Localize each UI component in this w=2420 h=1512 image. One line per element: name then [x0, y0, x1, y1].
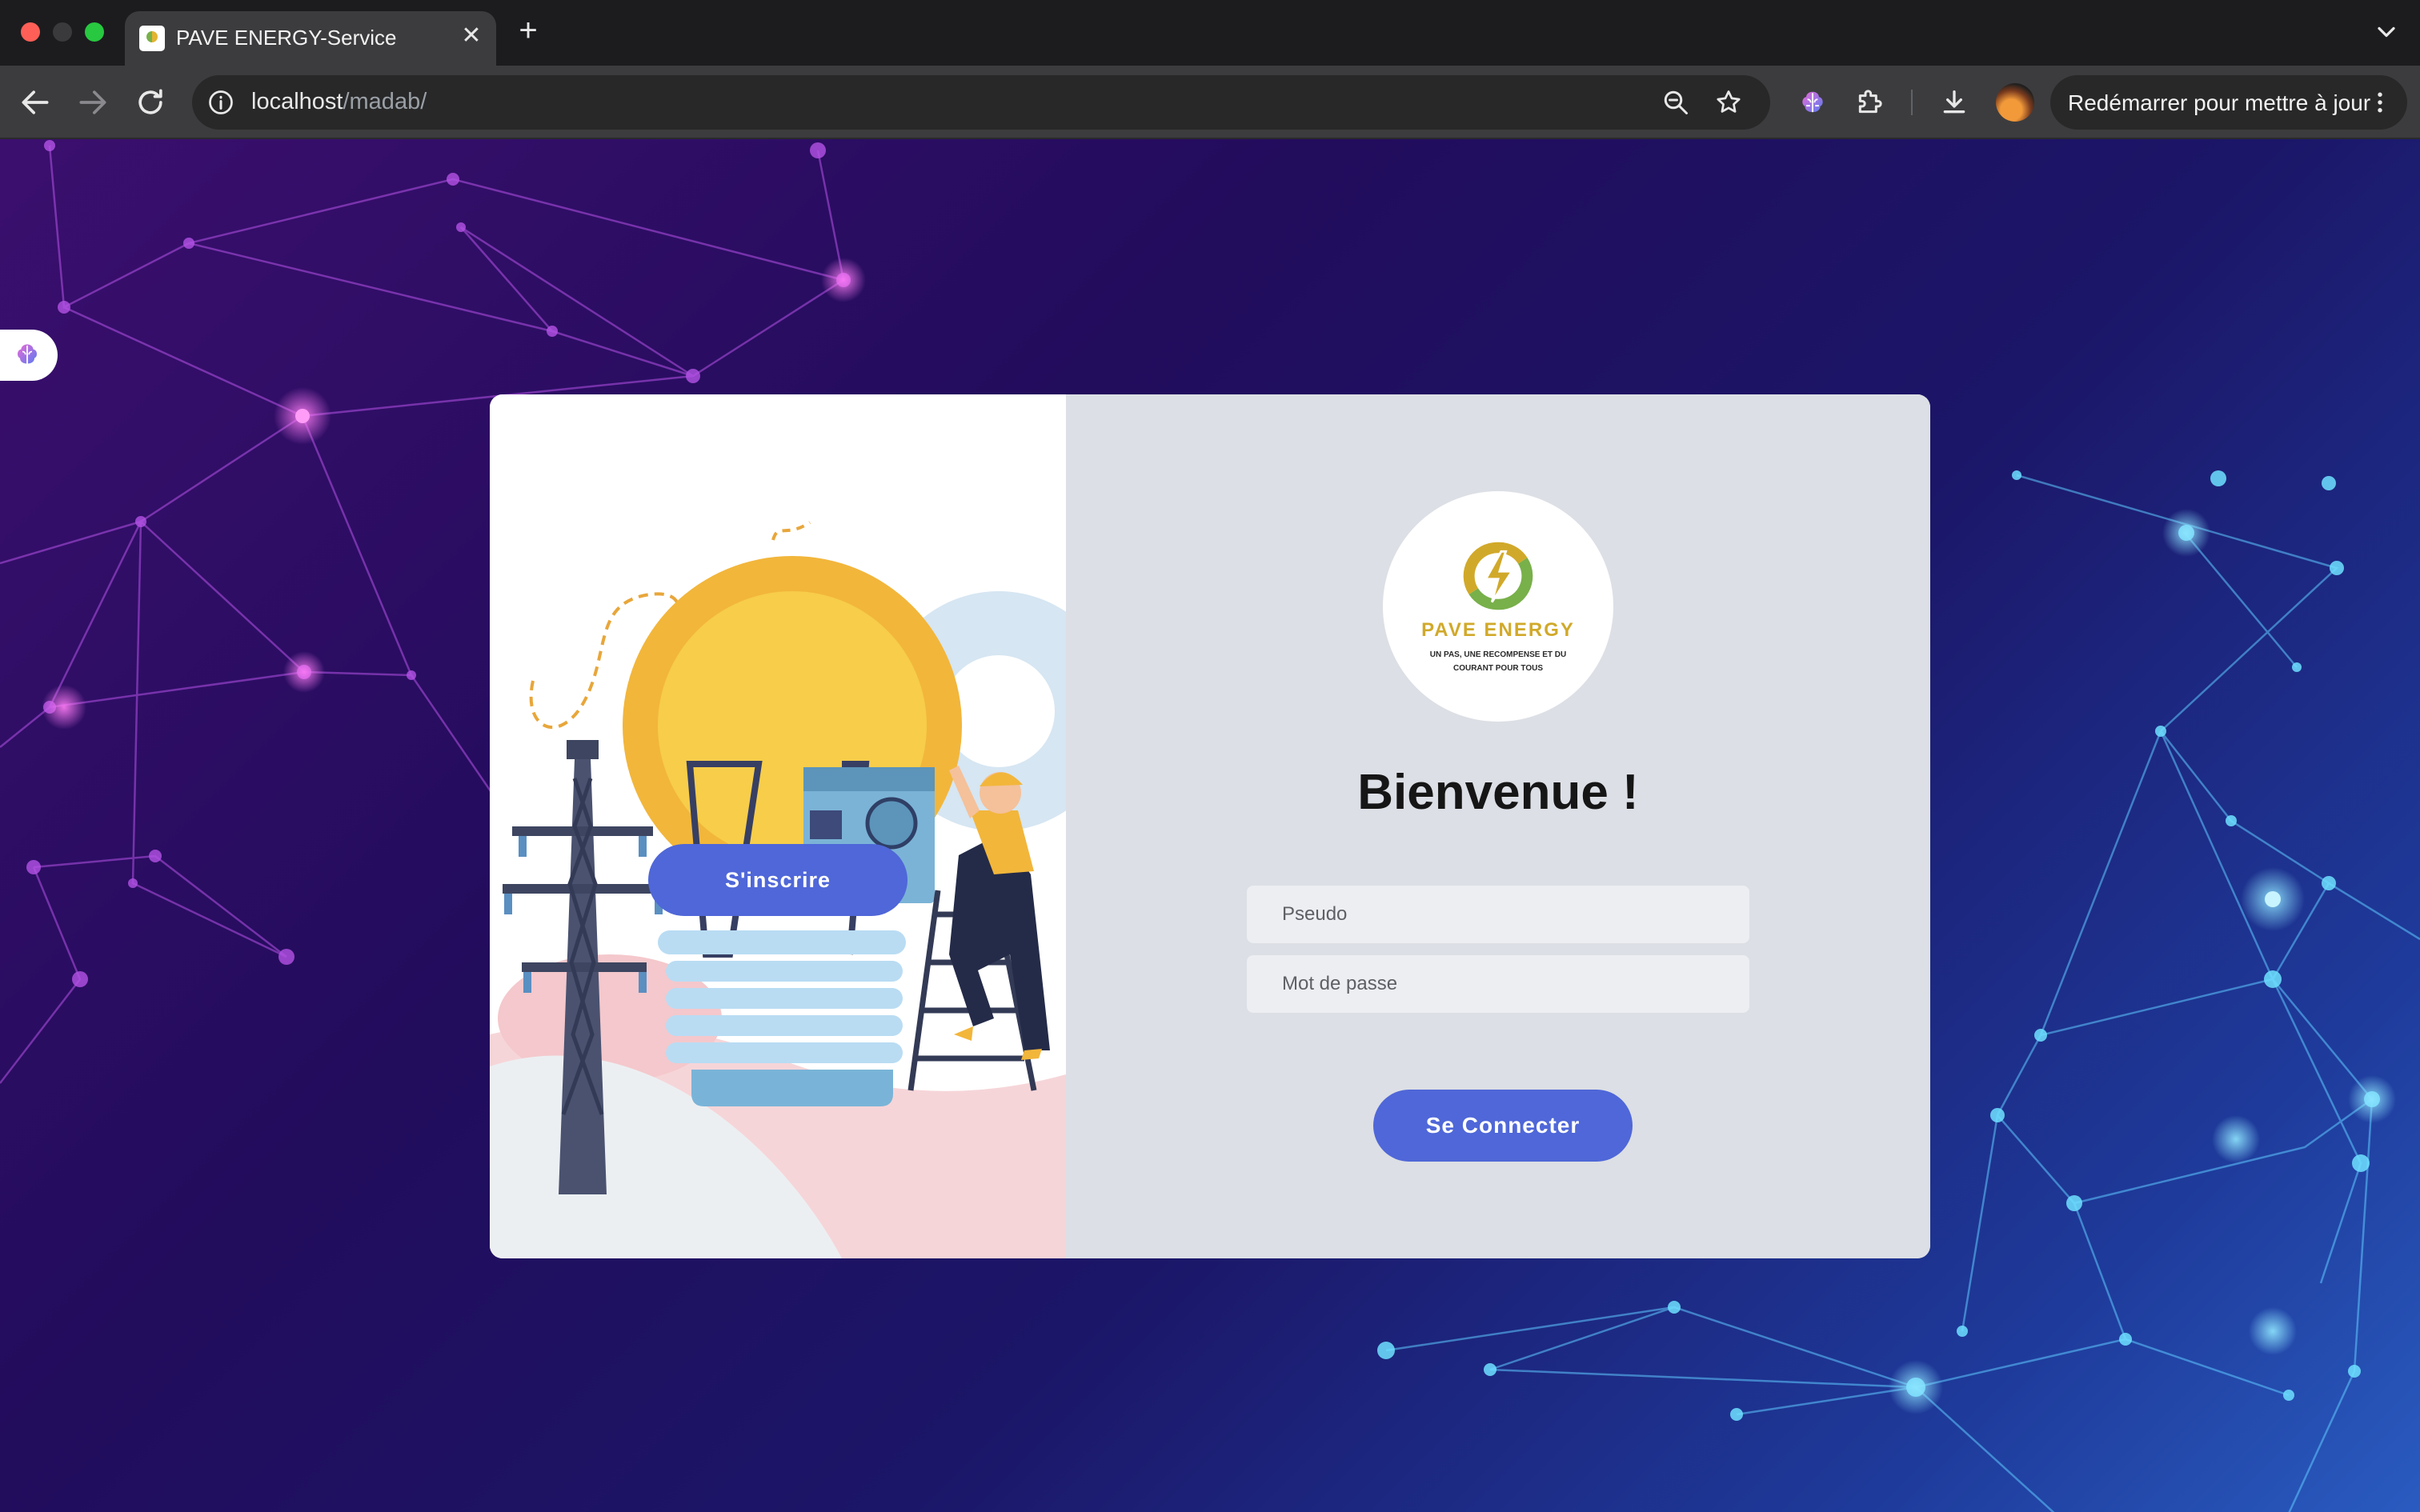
url-path: /madab/: [343, 89, 427, 114]
profile-avatar[interactable]: [1996, 83, 2034, 122]
address-bar[interactable]: localhost/madab/: [192, 75, 1770, 130]
site-info-icon[interactable]: [206, 88, 235, 117]
update-label: Redémarrer pour mettre à jour: [2068, 90, 2371, 115]
electrician-lightbulb-illustration: [490, 521, 1066, 1258]
login-button[interactable]: Se Connecter: [1373, 1090, 1633, 1162]
reload-icon[interactable]: [133, 85, 168, 120]
window-close-button[interactable]: [21, 22, 40, 42]
username-input[interactable]: [1247, 886, 1749, 943]
new-tab-button[interactable]: +: [512, 14, 544, 46]
brain-extension-icon: [18, 344, 37, 364]
window-minimize-button[interactable]: [53, 22, 72, 42]
url-host: localhost: [251, 89, 343, 114]
tab-close-button[interactable]: ✕: [458, 22, 485, 50]
logo-brand-name: PAVE ENERGY: [1421, 619, 1575, 641]
password-input[interactable]: [1247, 955, 1749, 1013]
lightning-bolt-icon: [1463, 542, 1533, 610]
favicon-icon: [139, 26, 165, 51]
brain-extension-icon[interactable]: [1797, 88, 1828, 118]
pave-energy-logo: PAVE ENERGY UN PAS, UNE RECOMPENSE ET DU…: [1383, 491, 1613, 722]
download-icon[interactable]: [1938, 86, 1970, 118]
update-button[interactable]: Redémarrer pour mettre à jour: [2050, 75, 2407, 130]
more-vert-icon[interactable]: [2366, 88, 2394, 117]
browser-tab-bar: PAVE ENERGY-Service ✕ +: [0, 0, 2420, 66]
signup-button[interactable]: S'inscrire: [648, 844, 908, 916]
browser-toolbar: localhost/madab/ Redémarrer pour mettre …: [0, 66, 2420, 139]
back-icon[interactable]: [18, 85, 53, 120]
tab-list-chevron-icon[interactable]: [2372, 18, 2401, 46]
login-card: S'inscrire PAVE ENERGY UN PAS, UNE RECOM…: [490, 394, 1930, 1258]
illustration-panel: S'inscrire: [490, 394, 1066, 1258]
page-viewport: S'inscrire PAVE ENERGY UN PAS, UNE RECOM…: [0, 139, 2420, 1512]
tab-title: PAVE ENERGY-Service: [176, 26, 397, 50]
bookmark-star-icon[interactable]: [1714, 88, 1743, 117]
login-form-panel: PAVE ENERGY UN PAS, UNE RECOMPENSE ET DU…: [1066, 394, 1930, 1258]
extensions-puzzle-icon[interactable]: [1853, 86, 1885, 118]
welcome-heading: Bienvenue !: [1357, 765, 1639, 820]
browser-tab[interactable]: PAVE ENERGY-Service ✕: [125, 11, 496, 66]
forward-icon[interactable]: [75, 85, 110, 120]
logo-tagline: UN PAS, UNE RECOMPENSE ET DU COURANT POU…: [1429, 650, 1567, 673]
window-zoom-button[interactable]: [85, 22, 104, 42]
toolbar-divider: [1911, 90, 1913, 115]
zoom-out-icon[interactable]: [1661, 88, 1690, 117]
brain-extension-sidebar-button[interactable]: [0, 330, 58, 381]
url-text[interactable]: localhost/madab/: [251, 89, 427, 115]
